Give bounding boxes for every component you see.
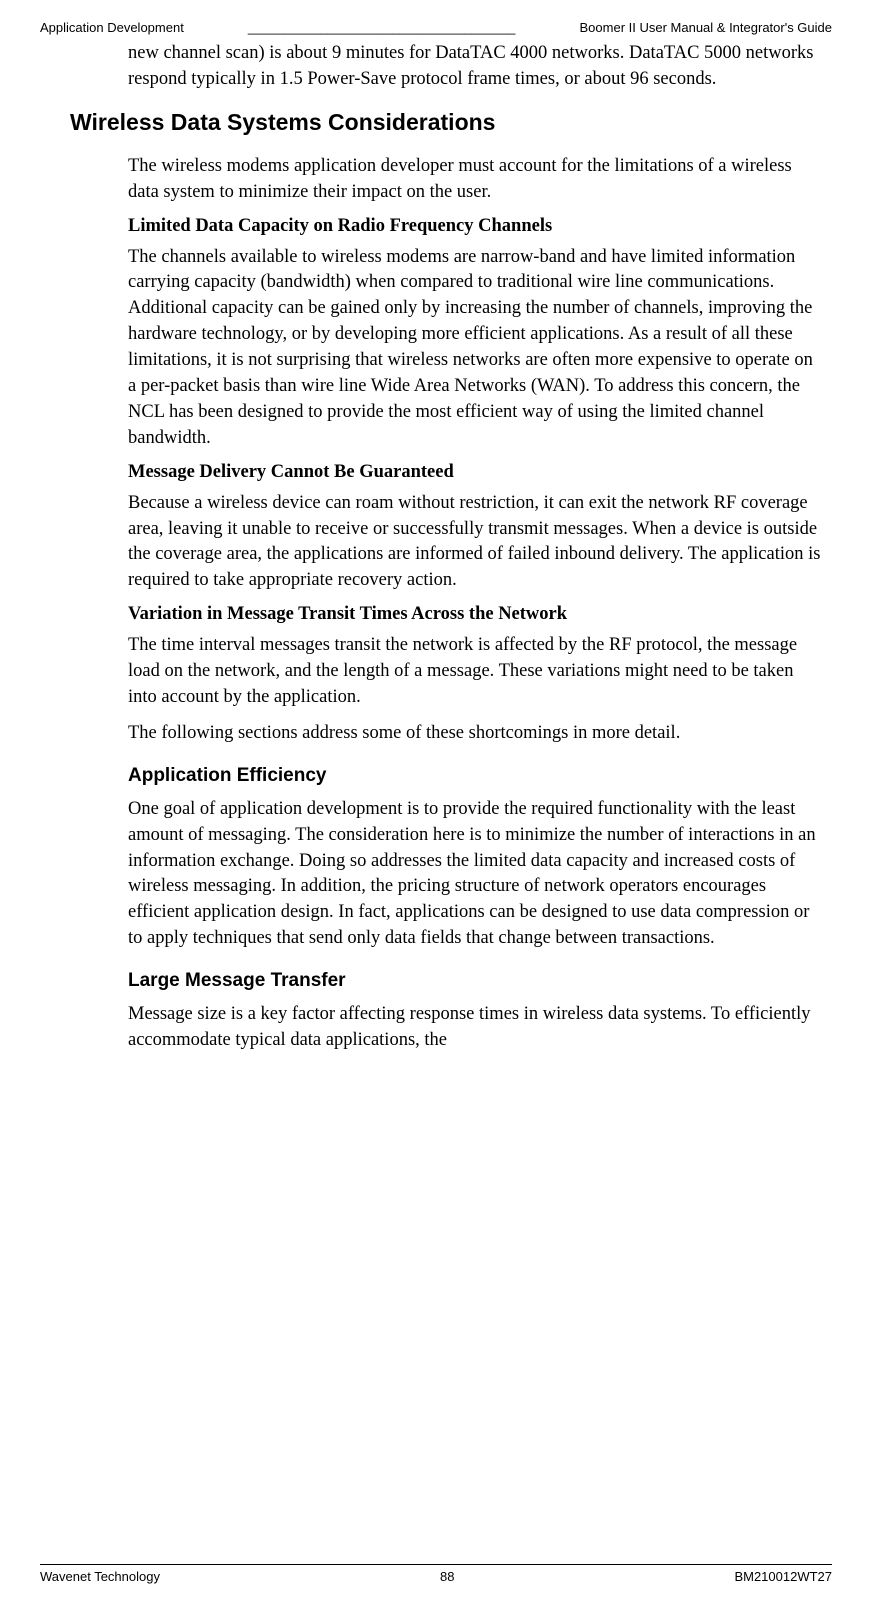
- bold-heading-variation: Variation in Message Transit Times Acros…: [128, 604, 822, 625]
- paragraph-3: Because a wireless device can roam witho…: [128, 491, 822, 595]
- footer-company: Wavenet Technology: [40, 1569, 160, 1584]
- subsection-app-efficiency: Application Efficiency: [128, 765, 822, 787]
- footer-page-number: 88: [440, 1569, 454, 1584]
- header-separator: _____________________________________: [248, 20, 516, 35]
- section-heading-wireless: Wireless Data Systems Considerations: [70, 109, 822, 136]
- footer-doc-id: BM210012WT27: [734, 1569, 832, 1584]
- intro-paragraph: new channel scan) is about 9 minutes for…: [128, 41, 822, 93]
- page-footer: Wavenet Technology 88 BM210012WT27: [40, 1564, 832, 1584]
- bold-heading-limited-data: Limited Data Capacity on Radio Frequency…: [128, 216, 822, 237]
- paragraph-4: The time interval messages transit the n…: [128, 633, 822, 711]
- paragraph-6: One goal of application development is t…: [128, 797, 822, 952]
- header-doc-title: Boomer II User Manual & Integrator's Gui…: [580, 20, 832, 35]
- header-section-title: Application Development: [40, 20, 184, 35]
- bold-heading-message-delivery: Message Delivery Cannot Be Guaranteed: [128, 462, 822, 483]
- subsection-large-message: Large Message Transfer: [128, 970, 822, 992]
- paragraph-5: The following sections address some of t…: [128, 721, 822, 747]
- page-content: new channel scan) is about 9 minutes for…: [40, 41, 832, 1054]
- paragraph-7: Message size is a key factor affecting r…: [128, 1002, 822, 1054]
- paragraph-1: The wireless modems application develope…: [128, 154, 822, 206]
- paragraph-2: The channels available to wireless modem…: [128, 245, 822, 452]
- page-header: Application Development ________________…: [40, 20, 832, 35]
